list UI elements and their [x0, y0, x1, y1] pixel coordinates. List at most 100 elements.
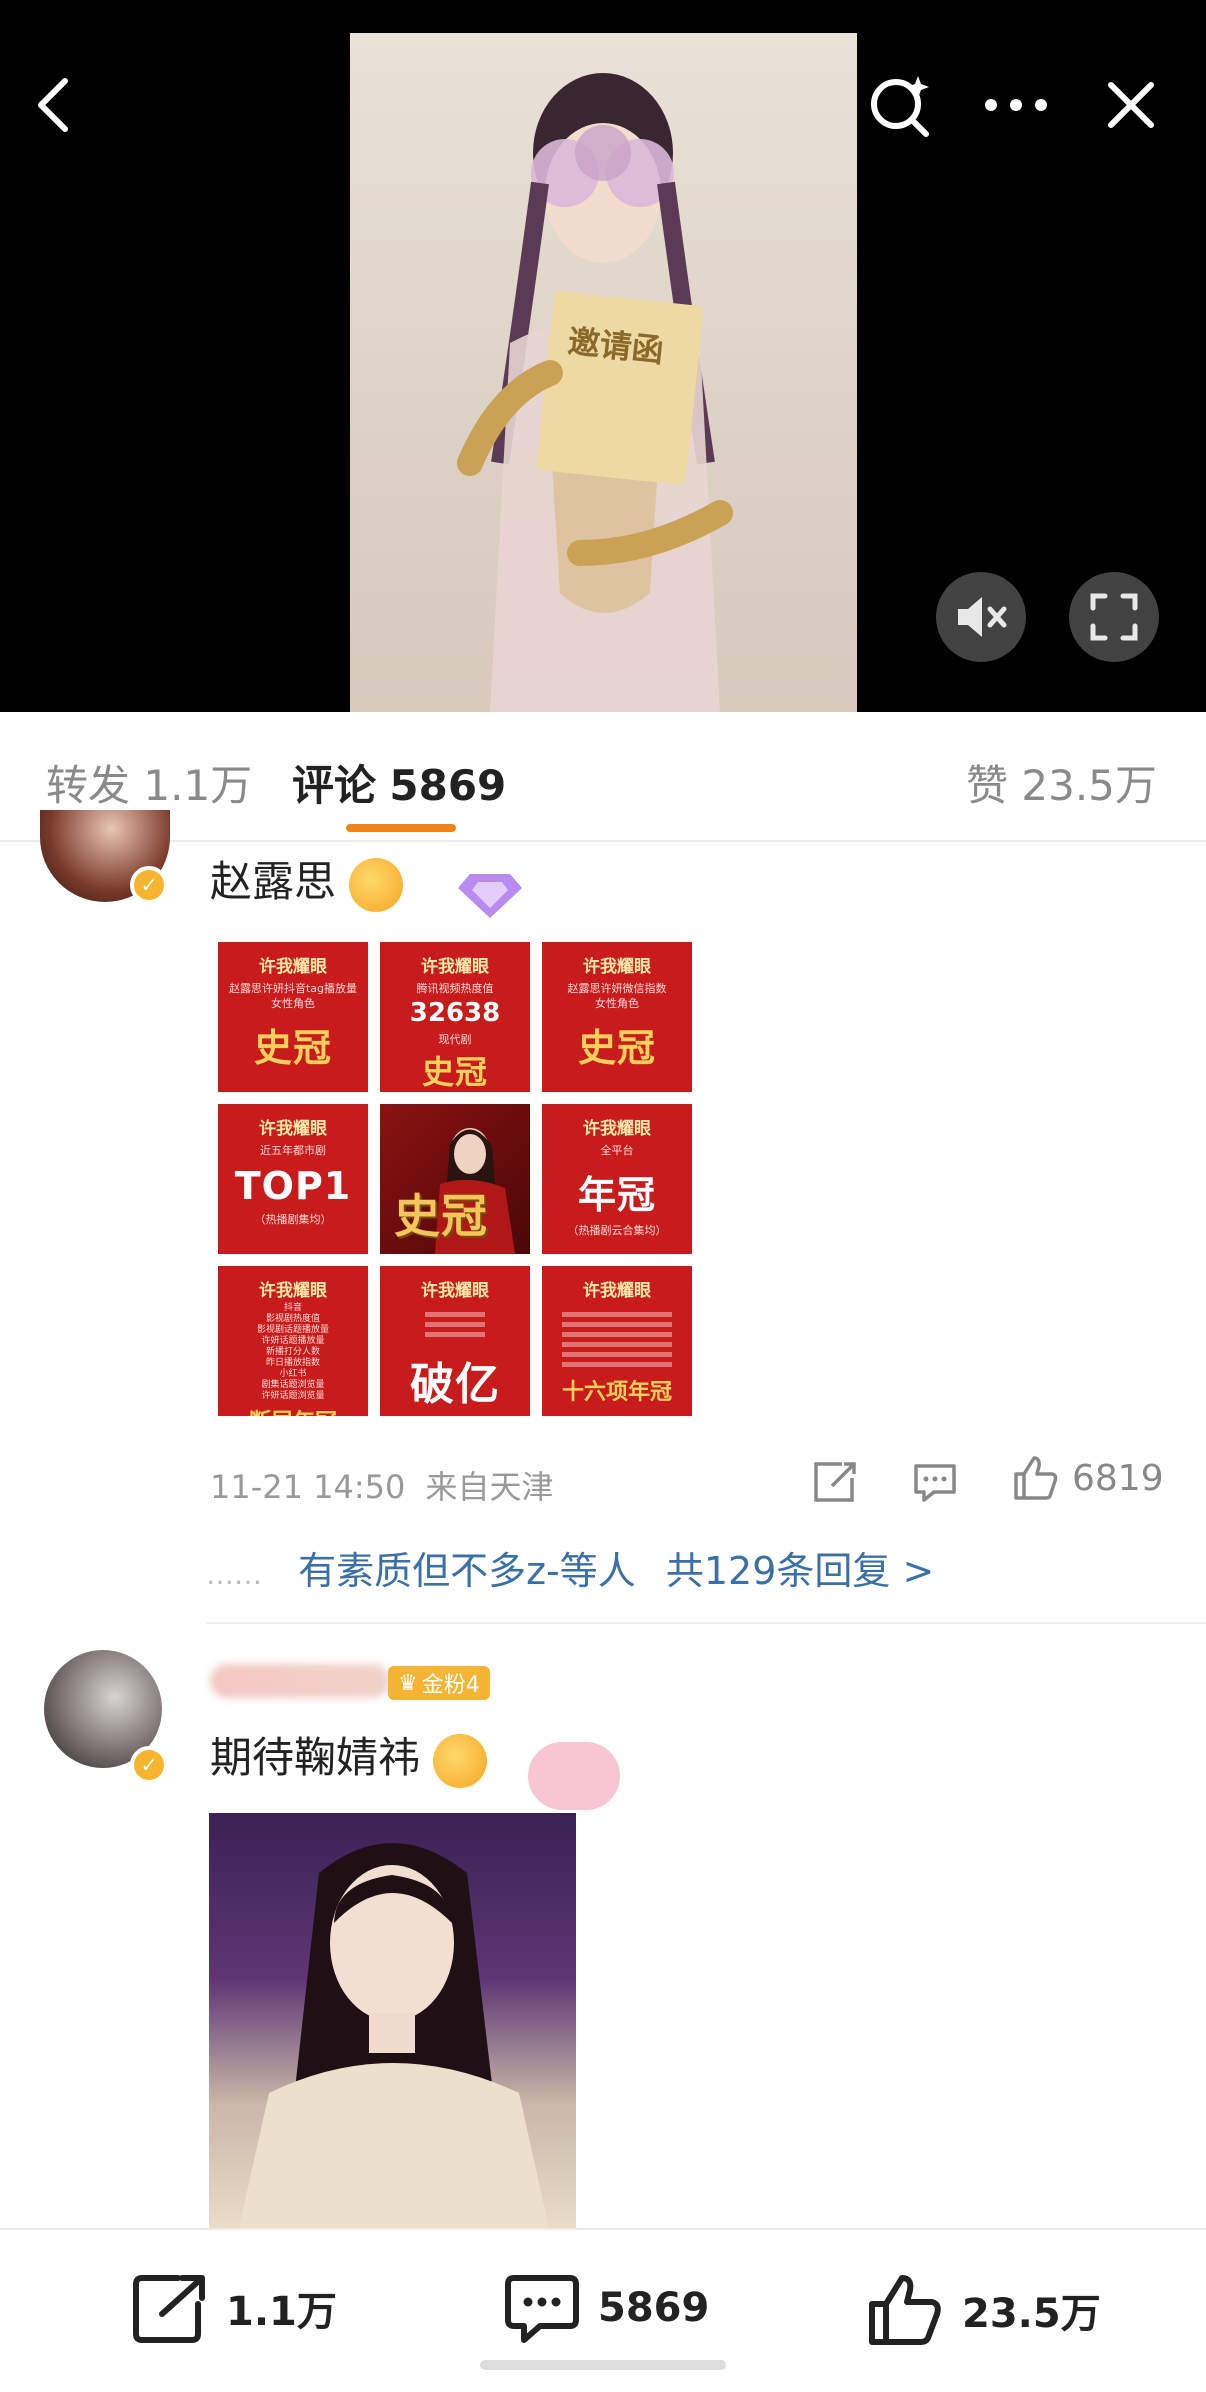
cell-subtext: （热播剧云合集均） [567, 1224, 667, 1237]
search-sparkle-icon [871, 76, 929, 137]
comment-like-count: 6819 [1072, 1457, 1164, 1499]
close-icon [1108, 82, 1154, 128]
repost-count: 1.1万 [226, 2289, 337, 2335]
verified-badge-icon: ✓ [130, 866, 168, 904]
cell-subtext: （热播剧集均） [254, 1213, 332, 1226]
grid-cell[interactable]: 许我耀眼 全平台 年冠 （热播剧云合集均） [542, 1104, 692, 1254]
comment-button[interactable]: 5869 [504, 2272, 709, 2344]
video-frame[interactable]: 邀请函 [350, 33, 857, 712]
back-button[interactable] [10, 62, 96, 148]
comment-text-content: 期待鞠婧祎 [210, 1733, 421, 1782]
cell-subtext: 赵露思许妍抖音tag播放量 女性角色 [228, 982, 358, 1010]
grid-cell[interactable]: 许我耀眼 抖音 影视剧热度值 影视剧话题播放量 许妍话题播放量 新播打分人数 昨… [218, 1266, 368, 1416]
tab-repost-count: 1.1万 [143, 761, 253, 810]
crown-icon: ♛ [398, 1670, 418, 1696]
tab-comments[interactable]: 评论 5869 [292, 752, 506, 813]
cell-number: 32638 [409, 998, 501, 1028]
tab-likes[interactable]: 赞 23.5万 [966, 752, 1157, 813]
invitation-text: 邀请函 [566, 322, 666, 370]
verified-badge-icon: ✓ [130, 1746, 168, 1784]
grid-cell-center-poster[interactable]: 史冠 [380, 1104, 530, 1254]
cell-subtext: 赵露思许妍微信指数 女性角色 [567, 982, 667, 1010]
username-blurred[interactable] [210, 1664, 390, 1698]
cell-heading: 许我耀眼 [421, 1281, 489, 1301]
cell-big-text: TOP1 [234, 1164, 352, 1208]
share-icon [133, 2275, 205, 2343]
comment-count: 5869 [598, 2285, 710, 2331]
more-dots-icon [985, 99, 1047, 111]
comment-like-button[interactable]: 6819 [1012, 1454, 1164, 1502]
cell-heading: 许我耀眼 [583, 1119, 651, 1139]
cell-subtext: 抖音 影视剧热度值 影视剧话题播放量 许妍话题播放量 新播打分人数 昨日播放指数… [256, 1303, 329, 1401]
close-button[interactable] [1088, 62, 1174, 148]
heart-eyes-emoji-icon [433, 1733, 488, 1788]
mute-button[interactable] [936, 572, 1026, 662]
cell-text-lines [562, 1307, 672, 1372]
fan-level-badge: ♛ 金粉4 [388, 1666, 490, 1700]
cell-big-text: 年冠 [577, 1173, 656, 1217]
thumbs-up-icon [1014, 1456, 1058, 1500]
like-count: 23.5万 [962, 2291, 1101, 2337]
cell-big-text: 史冠 [394, 1189, 488, 1243]
fullscreen-button[interactable] [1069, 572, 1159, 662]
replies-count: 共129条回复 > [665, 1549, 935, 1593]
tab-repost-label: 转发 [46, 761, 131, 810]
cell-big-text: 史冠 [577, 1026, 656, 1070]
cell-subtext: 全平台 [600, 1144, 634, 1157]
surprised-emoji-icon [349, 857, 404, 912]
comment-image-grid[interactable]: 许我耀眼 赵露思许妍抖音tag播放量 女性角色 史冠 许我耀眼 腾讯视频热度值 … [218, 942, 692, 1416]
comment-text: 期待鞠婧祎 [210, 1724, 488, 1788]
grid-cell[interactable]: 许我耀眼 腾讯视频热度值 32638 现代剧 史冠 [380, 942, 530, 1092]
cell-heading: 许我耀眼 [421, 957, 489, 977]
comment-location: 来自天津 [425, 1468, 554, 1506]
portrait-illustration [239, 1843, 549, 2228]
view-replies-link[interactable]: …… 有素质但不多z-等人 共129条回复 > [206, 1540, 934, 1595]
cell-big-text: 破亿 [410, 1359, 500, 1410]
tab-likes-label: 赞 [966, 761, 1009, 810]
comment-photo[interactable] [209, 1813, 576, 2228]
grid-cell[interactable]: 许我耀眼 近五年都市剧 TOP1 （热播剧集均） [218, 1104, 368, 1254]
repost-button[interactable]: 1.1万 [132, 2272, 337, 2344]
comment-meta: 11-21 14:50 来自天津 [210, 1462, 554, 1508]
comment-text-content: 赵露思 [210, 857, 337, 906]
speaker-muted-icon [958, 597, 1007, 637]
home-indicator [480, 2360, 726, 2370]
visual-search-button[interactable] [858, 62, 944, 148]
video-poster-illustration [457, 73, 733, 712]
active-tab-indicator [346, 824, 456, 832]
cell-big-text: 十六项年冠 [561, 1380, 672, 1405]
video-player[interactable]: 邀请函 [0, 0, 1206, 712]
cell-text-lines [425, 1307, 485, 1342]
thumbs-up-icon [869, 2275, 941, 2345]
tab-comments-label: 评论 [292, 761, 377, 810]
cell-heading: 许我耀眼 [259, 1281, 327, 1301]
comment-divider [206, 1622, 1206, 1624]
diamond-badge-icon [458, 874, 522, 918]
tab-repost[interactable]: 转发 1.1万 [46, 752, 252, 813]
chevron-left-icon [38, 78, 68, 132]
like-button[interactable]: 23.5万 [866, 2272, 1101, 2348]
grid-cell[interactable]: 许我耀眼 赵露思许妍微信指数 女性角色 史冠 [542, 942, 692, 1092]
tab-comments-count: 5869 [389, 761, 507, 810]
cell-big-text: 断层年冠 [249, 1404, 337, 1416]
fullscreen-icon [1090, 593, 1138, 641]
share-comment-icon[interactable] [812, 1460, 858, 1504]
cell-subtext: 现代剧 [438, 1033, 472, 1046]
grid-cell[interactable]: 许我耀眼 赵露思许妍抖音tag播放量 女性角色 史冠 [218, 942, 368, 1092]
cell-big-text: 史冠 [421, 1053, 488, 1091]
cell-heading: 许我耀眼 [259, 957, 327, 977]
replies-users: 有素质但不多z-等人 [298, 1549, 636, 1593]
grid-cell[interactable]: 许我耀眼 十六项年冠 [542, 1266, 692, 1416]
cell-big-text: 史冠 [253, 1026, 332, 1070]
more-options-button[interactable] [973, 62, 1059, 148]
reply-comment-icon[interactable] [912, 1462, 958, 1504]
comment-text: 赵露思 [210, 848, 404, 912]
comment-timestamp: 11-21 14:50 [210, 1468, 406, 1506]
cell-subtext: 近五年都市剧 [260, 1144, 326, 1157]
fan-badge-label: 金粉4 [421, 1673, 480, 1698]
engagement-tabs: 转发 1.1万 评论 5869 赞 23.5万 [0, 712, 1206, 842]
replies-dots: …… [206, 1558, 262, 1591]
cell-subtext: 腾讯视频热度值 [416, 982, 494, 995]
cell-heading: 许我耀眼 [583, 1281, 651, 1301]
grid-cell[interactable]: 许我耀眼 破亿 [380, 1266, 530, 1416]
